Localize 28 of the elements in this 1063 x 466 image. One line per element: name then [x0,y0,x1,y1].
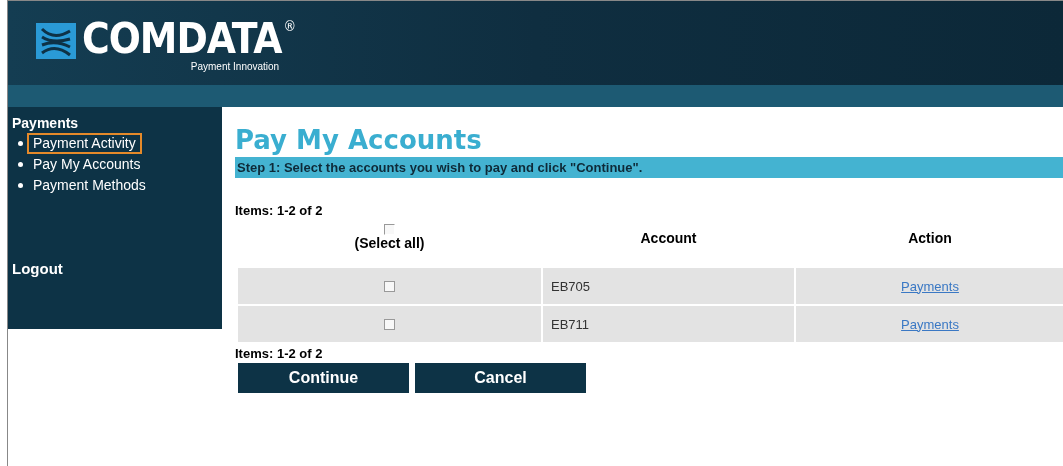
sidebar-link[interactable]: Pay My Accounts [27,154,147,175]
logo-tagline: Payment Innovation [190,60,280,72]
items-count: Items: 1-2 of 2 [235,203,323,218]
account-number: EB711 [551,316,590,332]
sidebar-heading: Payments [12,115,79,131]
step-instruction: Step 1: Select the accounts you wish to pay and click "Continue". [235,157,1063,178]
payments-link[interactable]: Payments [901,278,959,294]
items-count: Items: 1-2 of 2 [235,346,323,361]
continue-button[interactable]: Continue [238,363,409,393]
bullet-icon [18,141,23,146]
bullet-icon [18,162,23,167]
cancel-button[interactable]: Cancel [415,363,586,393]
logo-wordmark: COMDATA [82,16,282,61]
registered-mark: ® [283,16,296,36]
row-checkbox[interactable] [384,280,395,292]
payments-link[interactable]: Payments [901,316,959,332]
column-header: Account [640,230,697,246]
account-number: EB705 [551,278,591,294]
sidebar-link[interactable]: Payment Activity [27,133,142,154]
logout-link[interactable]: Logout [12,260,63,277]
sidebar-link[interactable]: Payment Methods [27,175,152,196]
column-header: Action [908,230,952,246]
row-checkbox[interactable] [384,318,395,330]
page-title: Pay My Accounts [235,125,483,155]
bullet-icon [18,183,23,188]
logo-icon [36,22,76,59]
select-all-checkbox[interactable] [384,224,395,235]
select-all-label: (Select all) [354,235,425,251]
